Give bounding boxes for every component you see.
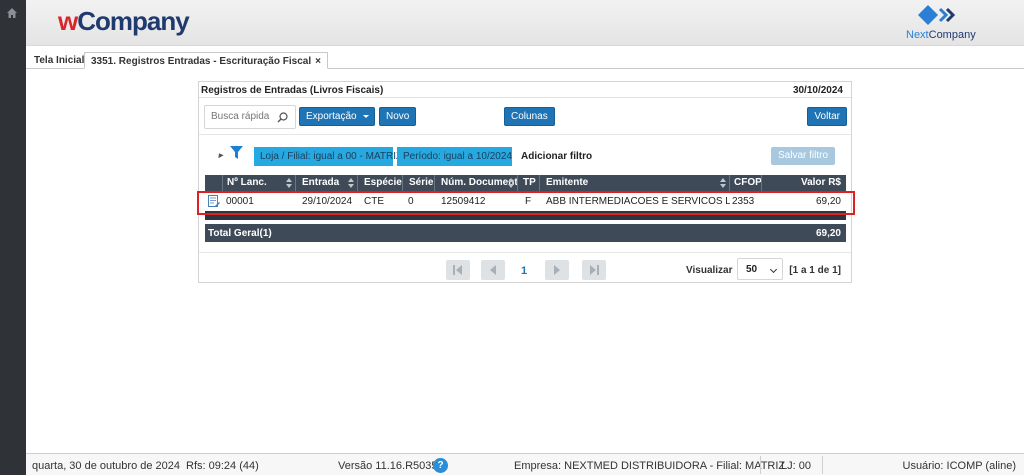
tab-registros-entradas[interactable]: 3351. Registros Entradas - Escrituração … xyxy=(84,52,328,69)
next-page-button[interactable] xyxy=(545,260,569,280)
col-header-cfop[interactable]: CFOP xyxy=(730,175,762,191)
search-icon[interactable] xyxy=(277,112,288,123)
wcompany-logo: wCompany xyxy=(58,6,190,37)
col-label-valor: Valor R$ xyxy=(800,177,841,188)
wordmark-part-b: Company xyxy=(928,29,976,41)
app-window: wCompany NextCompany Tela Inicial 3351. … xyxy=(0,0,1024,475)
filter-chip-periodo[interactable]: Período: igual a 10/2024 xyxy=(397,147,512,166)
col-label-entrada: Entrada xyxy=(302,177,340,188)
col-header-emitente[interactable]: Emitente xyxy=(540,175,730,191)
col-label-emitente: Emitente xyxy=(546,177,589,188)
total-value: 69,20 xyxy=(815,228,841,239)
panel-divider xyxy=(199,97,851,98)
sort-icon[interactable] xyxy=(508,178,514,188)
per-page-value: 50 xyxy=(746,264,758,275)
last-page-icon xyxy=(590,265,599,275)
wordmark-part-a: Next xyxy=(906,29,929,41)
col-label-tp: TP xyxy=(523,177,536,188)
sort-icon[interactable] xyxy=(720,178,726,188)
per-page-select[interactable]: 50 xyxy=(737,258,783,280)
status-bar: quarta, 30 de outubro de 2024 Rfs: 09:24… xyxy=(26,453,1024,475)
columns-button[interactable]: Colunas xyxy=(504,107,555,126)
add-filter-link[interactable]: Adicionar filtro xyxy=(521,151,592,162)
status-date: quarta, 30 de outubro de 2024 xyxy=(32,460,181,472)
export-button[interactable]: Exportação xyxy=(299,107,375,126)
export-label: Exportação xyxy=(306,111,357,122)
sort-icon[interactable] xyxy=(286,178,292,188)
col-header-especie[interactable]: Espécie xyxy=(358,175,403,191)
filter-chip-loja[interactable]: Loja / Filial: igual a 00 - MATRIZ xyxy=(254,147,402,166)
col-header-documento[interactable]: Núm. Documento xyxy=(435,175,518,191)
col-label-especie: Espécie xyxy=(364,177,402,188)
page-range: [1 a 1 de 1] xyxy=(789,265,841,276)
back-button[interactable]: Voltar xyxy=(807,107,847,126)
logo-letter: w xyxy=(58,6,78,36)
caret-down-icon xyxy=(363,115,369,118)
first-page-button[interactable] xyxy=(446,260,470,280)
col-header-entrada[interactable]: Entrada xyxy=(296,175,358,191)
status-version: Versão 11.16.R5035 xyxy=(338,460,438,472)
filter-funnel-icon[interactable] xyxy=(230,146,243,160)
row-highlight-box xyxy=(197,191,855,215)
tab-bar: Tela Inicial 3351. Registros Entradas - … xyxy=(26,52,1024,69)
total-row: Total Geral(1) 69,20 xyxy=(205,224,846,242)
search-input[interactable] xyxy=(211,111,273,122)
grid-header: Nº Lanc. Entrada Espécie Série Núm. Docu… xyxy=(205,175,846,191)
grid-header-spacer xyxy=(205,175,223,191)
nextcompany-mark-icon xyxy=(918,5,956,25)
tab-registros-label: 3351. Registros Entradas - Escrituração … xyxy=(91,56,312,67)
status-divider xyxy=(822,456,823,474)
save-filter-button[interactable]: Salvar filtro xyxy=(770,147,835,165)
close-tab-icon[interactable]: × xyxy=(315,56,321,67)
prev-page-icon xyxy=(490,265,496,275)
status-divider xyxy=(760,456,761,474)
col-header-tp[interactable]: TP xyxy=(518,175,540,191)
last-page-button[interactable] xyxy=(582,260,606,280)
logo-word: Company xyxy=(77,6,189,36)
status-user: Usuário: ICOMP (aline) xyxy=(902,460,1017,472)
col-label-lanc: Nº Lanc. xyxy=(227,177,267,188)
app-header: wCompany NextCompany xyxy=(26,0,1024,46)
new-button[interactable]: Novo xyxy=(379,107,417,126)
nextcompany-wordmark: NextCompany xyxy=(906,29,976,41)
tab-home-label: Tela Inicial xyxy=(34,55,85,66)
current-page[interactable]: 1 xyxy=(521,265,527,277)
left-sidebar xyxy=(0,0,26,475)
status-rfs: Rfs: 09:24 (44) xyxy=(186,460,259,472)
tab-home[interactable]: Tela Inicial xyxy=(28,52,90,69)
view-label: Visualizar xyxy=(686,265,733,276)
col-label-serie: Série xyxy=(409,177,434,188)
total-label: Total Geral(1) xyxy=(208,228,272,239)
chevron-down-icon xyxy=(769,265,778,274)
prev-page-button[interactable] xyxy=(481,260,505,280)
first-page-icon xyxy=(453,265,462,275)
col-header-valor[interactable]: Valor R$ xyxy=(762,175,846,191)
col-label-documento: Núm. Documento xyxy=(441,177,518,188)
pagination: 1 Visualizar 50 [1 a 1 de 1] xyxy=(199,252,851,282)
collapse-arrow-icon[interactable] xyxy=(216,151,224,159)
registros-panel: Registros de Entradas (Livros Fiscais) 3… xyxy=(198,81,852,283)
home-icon[interactable] xyxy=(6,7,18,19)
status-company: Empresa: NEXTMED DISTRIBUIDORA - Filial:… xyxy=(514,460,786,472)
next-page-icon xyxy=(554,265,560,275)
status-lj: LJ: 00 xyxy=(781,460,811,472)
filter-row: Loja / Filial: igual a 00 - MATRIZ Perío… xyxy=(199,134,851,169)
search-box[interactable] xyxy=(204,105,296,129)
col-label-cfop: CFOP xyxy=(734,177,762,188)
panel-date: 30/10/2024 xyxy=(792,85,843,96)
sort-icon[interactable] xyxy=(348,178,354,188)
col-header-lanc[interactable]: Nº Lanc. xyxy=(223,175,296,191)
help-icon[interactable]: ? xyxy=(433,458,448,473)
col-header-serie[interactable]: Série xyxy=(403,175,435,191)
nextcompany-logo: NextCompany xyxy=(898,3,978,43)
panel-title: Registros de Entradas (Livros Fiscais) xyxy=(201,85,384,96)
